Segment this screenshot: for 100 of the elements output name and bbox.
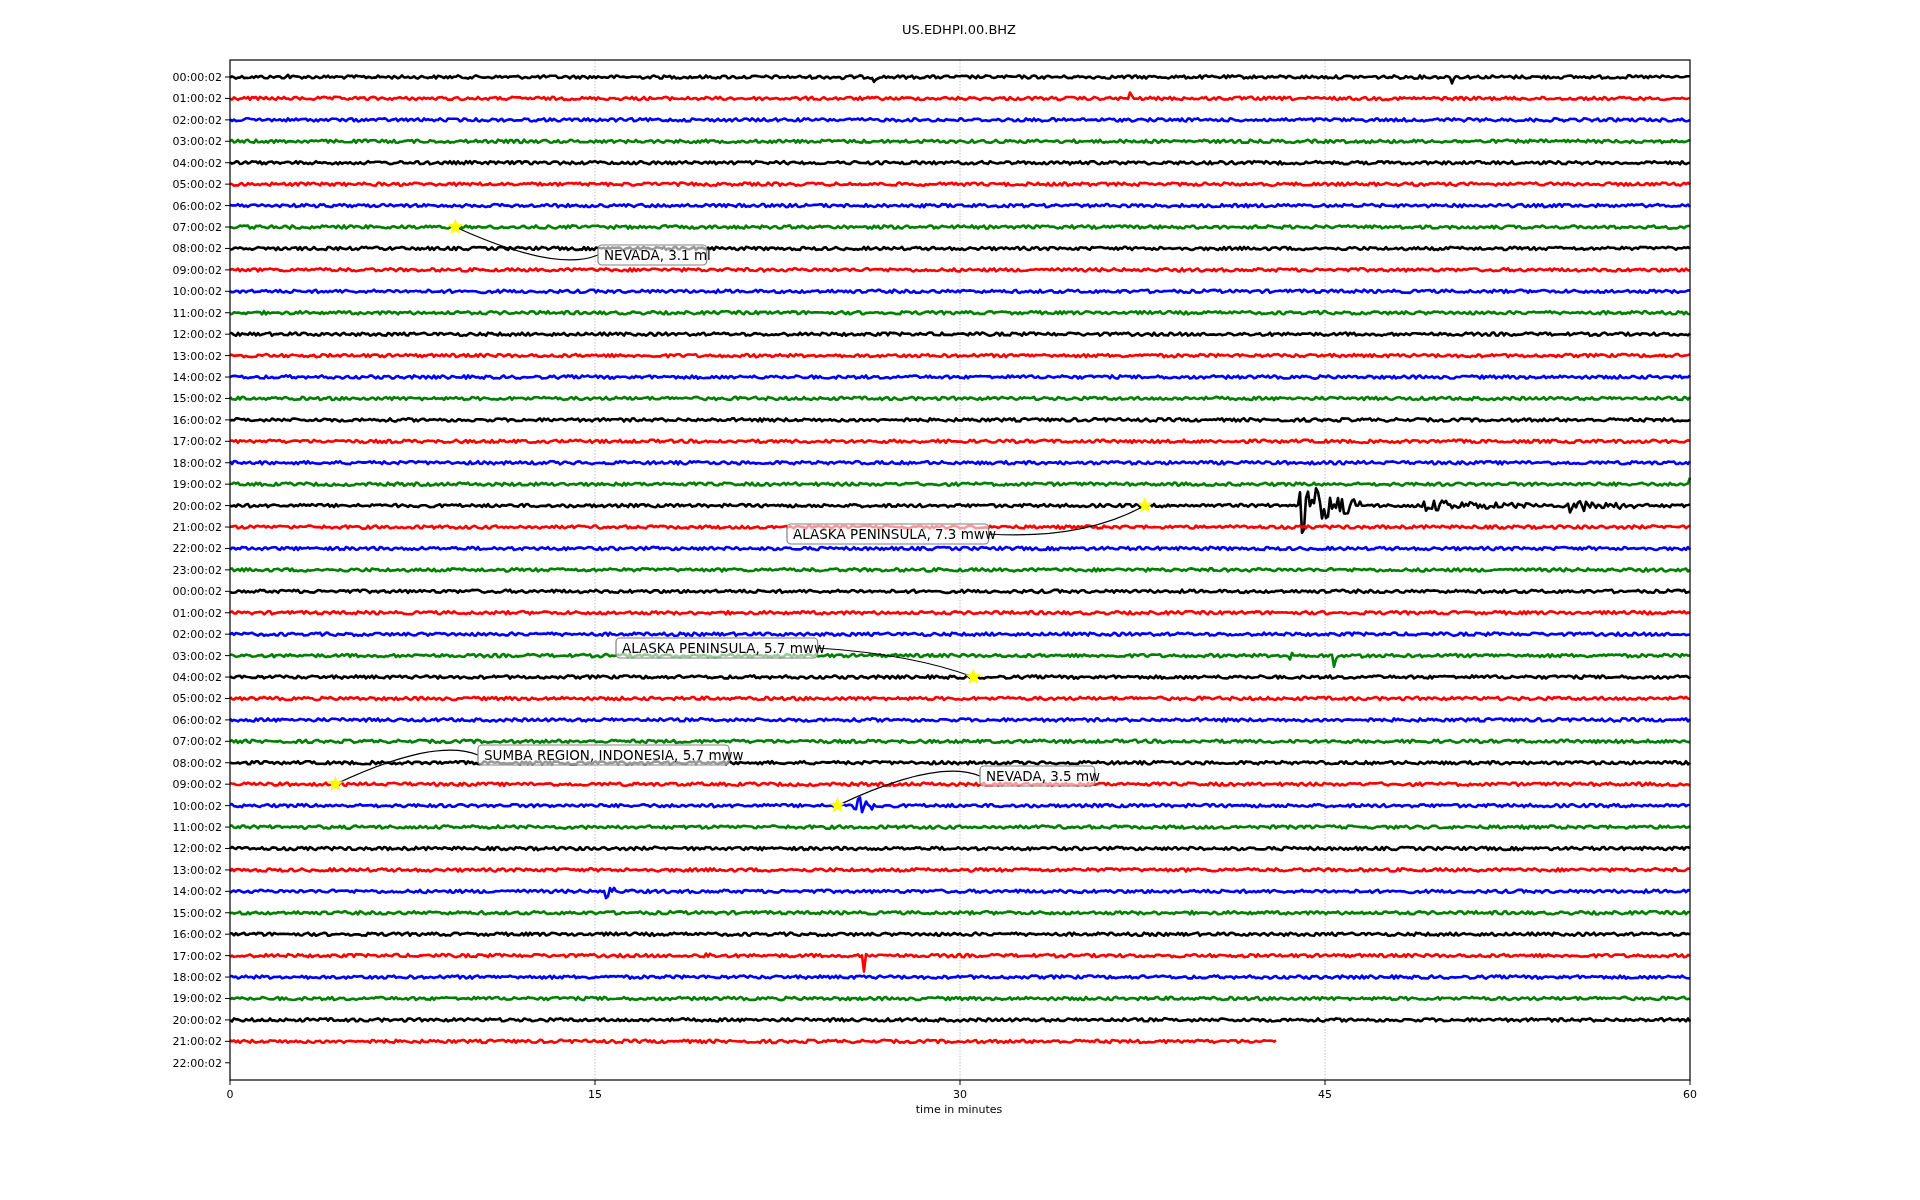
tick-mark [224,183,231,185]
time-label: 21:00:02 [172,1035,222,1049]
time-label: 16:00:02 [172,928,222,942]
time-label: 17:00:02 [172,949,222,963]
time-label: 00:00:02 [172,585,222,599]
tick-mark [224,226,231,228]
tick-mark [224,697,231,699]
tick-mark [224,97,231,99]
time-label: 00:00:02 [172,71,222,84]
time-label: 01:00:02 [172,92,222,106]
tick-mark [224,826,231,828]
time-label: 18:00:02 [172,971,222,985]
time-label: 08:00:02 [172,756,222,770]
star-marker [447,218,464,234]
tick-mark [224,355,231,357]
tick-mark [224,312,231,314]
tick-mark [224,998,231,999]
time-label: 15:00:02 [172,906,222,920]
time-label: 03:00:02 [172,135,222,149]
time-label: 21:00:02 [172,521,222,535]
time-label: 12:00:02 [172,842,222,856]
tick-mark [1689,1079,1691,1086]
tick-mark [224,633,231,635]
tick-mark [224,976,231,978]
tick-mark [224,655,231,657]
tick-label: 0 [226,1088,234,1101]
tick-mark [224,247,231,249]
time-label: 06:00:02 [172,713,222,727]
tick-label: 30 [953,1088,967,1101]
tick-mark [224,848,231,849]
time-label: 22:00:02 [172,542,222,556]
tick-label: 45 [1318,1088,1332,1101]
tick-mark [224,462,231,464]
time-label: 14:00:02 [172,371,222,384]
tick-mark [224,783,231,785]
tick-mark [224,590,231,592]
tick-mark [224,676,231,678]
tick-mark [224,205,231,207]
tick-mark [224,397,231,399]
tick-mark [224,526,231,528]
tick-mark [224,805,231,807]
tick-mark [224,140,231,142]
tick-mark [224,505,231,507]
star-marker [327,775,344,792]
axis-label: time in minutes [915,1103,1003,1116]
event-label: ALASKA PENINSULA, 5.7 mww [615,637,825,659]
time-label: 10:00:02 [172,285,222,299]
tick-label: 15 [588,1088,602,1101]
tick-mark [224,740,231,742]
star-marker [829,797,846,813]
event-label: NEVADA, 3.1 ml [597,244,711,266]
time-label: 20:00:02 [172,499,222,513]
time-label: 13:00:02 [172,349,222,363]
tick-mark [224,76,231,78]
time-label: 12:00:02 [172,328,222,342]
tick-mark [224,890,231,892]
time-label: 10:00:02 [172,799,222,813]
time-label: 18:00:02 [172,456,222,470]
tick-mark [224,269,231,271]
time-label: 02:00:02 [172,113,222,127]
time-label: 11:00:02 [172,821,222,835]
tick-mark [224,483,231,485]
time-label: 16:00:02 [172,413,222,427]
time-label: 13:00:02 [172,863,222,877]
tick-mark [224,612,231,614]
time-label: 17:00:02 [172,435,222,449]
tick-mark [224,933,231,935]
event-label: NEVADA, 3.5 mw [979,765,1101,787]
time-label: 23:00:02 [172,563,222,577]
tick-mark [224,333,231,335]
tick-mark [594,1079,596,1086]
tick-label: 60 [1683,1088,1697,1101]
tick-mark [224,376,231,378]
time-label: 05:00:02 [172,178,222,192]
time-label: 14:00:02 [172,885,222,899]
time-label: 09:00:02 [172,778,222,792]
chart-title: US.EDHPI.00.BHZ [902,22,1016,37]
time-label: 04:00:02 [172,156,222,170]
tick-mark [224,419,231,421]
tick-mark [224,955,231,957]
time-label: 09:00:02 [172,263,222,277]
time-label: 03:00:02 [172,649,222,663]
time-label: 20:00:02 [172,1013,222,1027]
time-label: 15:00:02 [172,392,222,406]
time-label: 22:00:02 [172,1056,222,1070]
tick-mark [224,119,231,121]
tick-mark [1324,1079,1326,1086]
time-label: 11:00:02 [172,306,222,320]
time-label: 02:00:02 [172,628,222,642]
time-label: 05:00:02 [172,692,222,706]
time-label: 08:00:02 [172,242,222,256]
time-label: 01:00:02 [172,606,222,620]
tick-mark [224,912,231,914]
tick-mark [224,869,231,871]
tick-mark [224,1019,231,1021]
tick-mark [224,290,231,292]
tick-mark [224,1040,231,1042]
tick-mark [224,569,231,571]
tick-mark [959,1079,961,1086]
star-marker [965,668,982,684]
